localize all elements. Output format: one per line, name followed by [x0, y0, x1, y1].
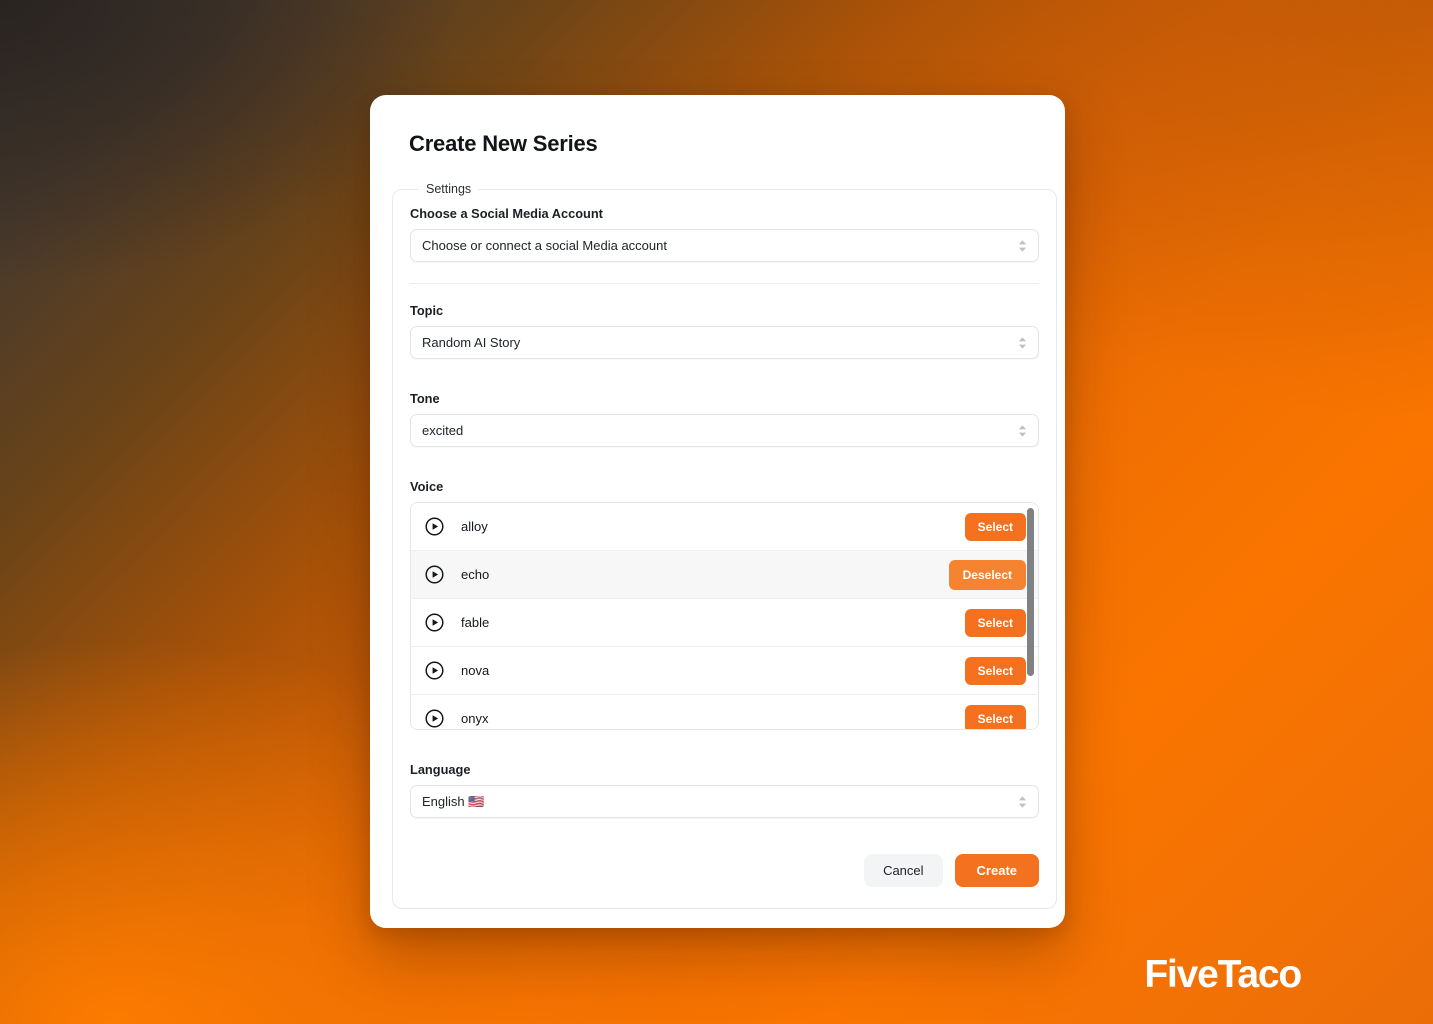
- social-account-group: Choose a Social Media Account Choose or …: [410, 206, 1039, 262]
- play-icon[interactable]: [425, 661, 444, 680]
- voice-row-alloy[interactable]: alloy Select: [411, 503, 1038, 551]
- voice-name: echo: [461, 567, 490, 582]
- voice-row-echo[interactable]: echo Deselect: [411, 551, 1038, 599]
- social-account-select-wrap: Choose or connect a social Media account: [410, 229, 1039, 262]
- section-divider: [410, 283, 1039, 284]
- chevron-updown-icon: [1018, 424, 1027, 437]
- voice-select-button[interactable]: Select: [964, 512, 1026, 541]
- settings-fieldset: Settings Choose a Social Media Account C…: [392, 182, 1057, 909]
- voice-select-button[interactable]: Select: [964, 704, 1026, 729]
- tone-select-wrap: excited: [410, 414, 1039, 447]
- chevron-updown-icon: [1018, 336, 1027, 349]
- play-icon[interactable]: [425, 565, 444, 584]
- voice-select-button[interactable]: Select: [964, 608, 1026, 637]
- language-group: Language English 🇺🇸: [410, 762, 1039, 818]
- social-account-label: Choose a Social Media Account: [410, 206, 603, 221]
- voice-row-nova[interactable]: nova Select: [411, 647, 1038, 695]
- voice-list-scrollbar-thumb[interactable]: [1027, 508, 1034, 676]
- chevron-updown-icon: [1018, 795, 1027, 808]
- cancel-button[interactable]: Cancel: [864, 854, 943, 887]
- voice-group: Voice alloy Select echo Deselect fable S…: [410, 479, 1039, 730]
- voice-name: onyx: [461, 711, 489, 726]
- voice-label: Voice: [410, 479, 444, 494]
- voice-row-fable[interactable]: fable Select: [411, 599, 1038, 647]
- brand-logo: FiveTaco: [1144, 953, 1302, 996]
- play-icon[interactable]: [425, 709, 444, 728]
- topic-label: Topic: [410, 303, 444, 318]
- language-select[interactable]: English 🇺🇸: [410, 785, 1039, 818]
- create-button[interactable]: Create: [954, 854, 1039, 887]
- language-label: Language: [410, 762, 471, 777]
- social-account-select[interactable]: Choose or connect a social Media account: [410, 229, 1039, 262]
- play-icon[interactable]: [425, 517, 444, 536]
- voice-name: fable: [461, 615, 490, 630]
- tone-select[interactable]: excited: [410, 414, 1039, 447]
- voice-list-scrollbar[interactable]: [1027, 505, 1036, 729]
- page-title: Create New Series: [409, 131, 598, 156]
- tone-group: Tone excited: [410, 391, 1039, 447]
- play-icon[interactable]: [425, 613, 444, 632]
- chevron-updown-icon: [1018, 239, 1027, 252]
- topic-select[interactable]: Random AI Story: [410, 326, 1039, 359]
- voice-row-onyx[interactable]: onyx Select: [411, 695, 1038, 729]
- voice-name: alloy: [461, 519, 488, 534]
- voice-deselect-button[interactable]: Deselect: [948, 559, 1026, 590]
- language-select-wrap: English 🇺🇸: [410, 785, 1039, 818]
- tone-label: Tone: [410, 391, 440, 406]
- topic-select-wrap: Random AI Story: [410, 326, 1039, 359]
- voice-list[interactable]: alloy Select echo Deselect fable Select …: [410, 502, 1039, 730]
- modal-footer: Cancel Create: [410, 854, 1039, 887]
- voice-select-button[interactable]: Select: [964, 656, 1026, 685]
- settings-legend: Settings: [426, 182, 472, 196]
- topic-group: Topic Random AI Story: [410, 303, 1039, 359]
- create-series-modal: Create New Series Settings Choose a Soci…: [370, 95, 1065, 928]
- voice-name: nova: [461, 663, 490, 678]
